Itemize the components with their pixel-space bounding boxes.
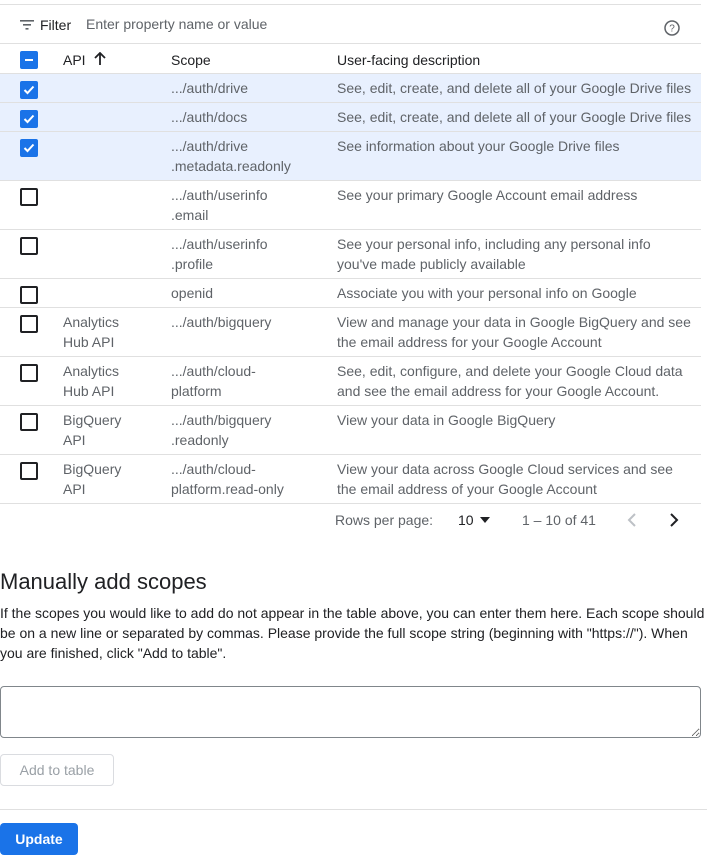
manual-scopes-title: Manually add scopes (0, 569, 207, 594)
chevron-left-icon[interactable] (625, 512, 641, 528)
table-row: .../auth/userinfo .email See your primar… (0, 181, 701, 230)
column-header-scope[interactable]: Scope (171, 50, 211, 70)
add-to-table-button[interactable]: Add to table (0, 754, 114, 786)
row-scope: .../auth/cloud- platform (171, 363, 256, 399)
row-scope: .../auth/bigquery (171, 314, 272, 330)
row-api: Analytics Hub API (63, 363, 120, 399)
row-api: BigQuery API (63, 412, 122, 448)
divider (0, 809, 707, 810)
select-all-checkbox[interactable] (20, 51, 38, 69)
filter-list-icon[interactable] (20, 19, 34, 31)
row-checkbox[interactable] (20, 364, 38, 382)
row-checkbox[interactable] (20, 462, 38, 480)
table-row: .../auth/userinfo .profile See your pers… (0, 230, 701, 279)
row-checkbox[interactable] (20, 188, 38, 206)
filter-bar: Filter ? (0, 4, 701, 44)
row-description: See, edit, configure, and delete your Go… (337, 363, 683, 399)
filter-label: Filter (40, 17, 72, 33)
row-checkbox[interactable] (20, 110, 38, 128)
pagination-range: 1 – 10 of 41 (522, 512, 596, 528)
row-scope: openid (171, 285, 214, 301)
row-scope: .../auth/bigquery .readonly (171, 412, 272, 448)
row-description: See your primary Google Account email ad… (337, 187, 638, 203)
row-checkbox[interactable] (20, 139, 38, 157)
row-description: See your personal info, including any pe… (337, 236, 651, 272)
row-api: Analytics Hub API (63, 314, 120, 350)
table-row: .../auth/drive .metadata.readonly See in… (0, 132, 701, 181)
help-circle-icon[interactable]: ? (664, 20, 680, 36)
table-row: Analytics Hub API .../auth/bigquery View… (0, 308, 701, 357)
manual-scopes-textarea[interactable] (0, 686, 701, 738)
row-description: View your data across Google Cloud servi… (337, 461, 673, 497)
table-row: .../auth/docs See, edit, create, and del… (0, 103, 701, 132)
row-description: See information about your Google Drive … (337, 138, 620, 154)
manual-scopes-description: If the scopes you would like to add do n… (0, 605, 705, 661)
row-description: Associate you with your personal info on… (337, 285, 637, 301)
update-button[interactable]: Update (0, 823, 78, 855)
table-row: Analytics Hub API .../auth/cloud- platfo… (0, 357, 701, 406)
arrow-up-icon[interactable] (93, 52, 107, 66)
column-header-description[interactable]: User-facing description (337, 50, 480, 70)
filter-input[interactable] (86, 13, 646, 35)
table-row: BigQuery API .../auth/bigquery .readonly… (0, 406, 701, 455)
rows-per-page-select[interactable]: 10 (458, 512, 474, 528)
pagination: Rows per page: 10 1 – 10 of 41 (0, 504, 701, 534)
rows-per-page-label: Rows per page: (335, 512, 434, 528)
row-scope: .../auth/docs (171, 109, 248, 125)
row-scope: .../auth/userinfo .profile (171, 236, 268, 272)
row-scope: .../auth/drive .metadata.readonly (171, 138, 291, 174)
chevron-right-icon[interactable] (665, 512, 681, 528)
table-row: openid Associate you with your personal … (0, 279, 701, 308)
row-scope: .../auth/userinfo .email (171, 187, 268, 223)
column-header-api[interactable]: API (63, 50, 86, 70)
row-checkbox[interactable] (20, 237, 38, 255)
caret-down-icon[interactable] (480, 517, 490, 523)
row-scope: .../auth/drive (171, 80, 249, 96)
row-checkbox[interactable] (20, 413, 38, 431)
svg-text:?: ? (669, 24, 675, 35)
row-checkbox[interactable] (20, 315, 38, 333)
table-row: .../auth/drive See, edit, create, and de… (0, 74, 701, 103)
row-scope: .../auth/cloud- platform.read-only (171, 461, 284, 497)
row-checkbox[interactable] (20, 286, 38, 304)
row-description: See, edit, create, and delete all of you… (337, 80, 692, 96)
row-description: View your data in Google BigQuery (337, 412, 556, 428)
row-description: See, edit, create, and delete all of you… (337, 109, 692, 125)
row-description: View and manage your data in Google BigQ… (337, 314, 691, 350)
table-row: BigQuery API .../auth/cloud- platform.re… (0, 455, 701, 504)
row-checkbox[interactable] (20, 81, 38, 99)
row-api: BigQuery API (63, 461, 122, 497)
